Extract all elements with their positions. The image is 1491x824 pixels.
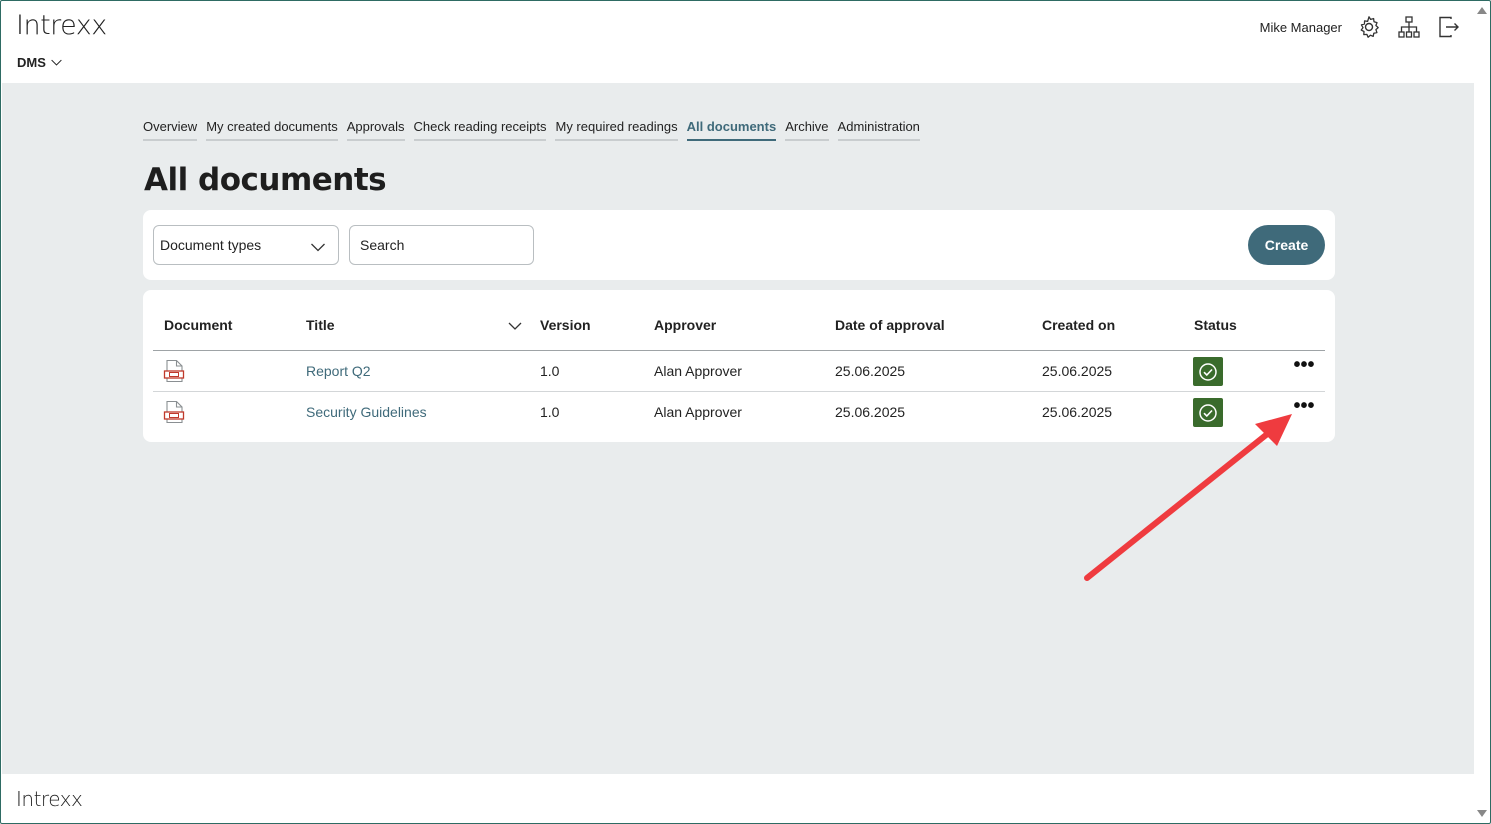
check-circle-icon [1199,403,1217,422]
tab-approvals[interactable]: Approvals [346,119,405,141]
tab-all-documents[interactable]: All documents [686,119,777,141]
scrollbar[interactable] [1474,2,1489,822]
sort-chevron-icon[interactable] [507,318,523,334]
logout-icon[interactable] [1436,14,1462,40]
scroll-up-arrow-icon[interactable] [1477,7,1487,14]
scroll-down-arrow-icon[interactable] [1477,810,1487,817]
column-header-approver: Approver [654,317,717,333]
documents-table: Document Title Version Approver Date of … [143,290,1335,442]
tab-administration[interactable]: Administration [837,119,920,141]
check-circle-icon [1199,362,1217,381]
column-header-created-on: Created on [1042,317,1116,333]
table-row[interactable]: Report Q2 1.0 Alan Approver 25.06.2025 2… [153,351,1325,392]
tab-archive[interactable]: Archive [785,119,829,141]
version-cell: 1.0 [540,404,560,420]
create-button[interactable]: Create [1248,225,1325,265]
footer: Intrexx [2,774,1476,823]
status-badge [1193,357,1223,386]
tab-my-created-documents[interactable]: My created documents [206,119,338,141]
status-badge [1193,398,1223,427]
table-row[interactable]: Security Guidelines 1.0 Alan Approver 25… [153,392,1325,433]
pdf-document-icon[interactable] [163,400,185,424]
chevron-down-icon [51,59,62,66]
main-content: Overview My created documents Approvals … [2,83,1476,774]
user-name[interactable]: Mike Manager [1260,20,1342,35]
tab-check-reading-receipts[interactable]: Check reading receipts [413,119,547,141]
footer-logo: Intrexx [16,787,83,811]
created-on-cell: 25.06.2025 [1042,404,1113,420]
document-types-select[interactable]: Document types [153,225,339,265]
column-header-status: Status [1194,317,1237,333]
gear-icon[interactable] [1356,14,1382,40]
chevron-down-icon [311,243,325,252]
more-options-button[interactable]: ••• [1291,396,1317,420]
user-area: Mike Manager [1260,14,1462,40]
created-on-cell: 25.06.2025 [1042,363,1113,379]
sitemap-icon[interactable] [1396,14,1422,40]
intrexx-logo: Intrexx [16,10,107,41]
page-title: All documents [144,162,387,198]
column-header-title[interactable]: Title [306,317,335,333]
search-input[interactable] [349,225,534,265]
more-options-button[interactable]: ••• [1291,355,1317,379]
column-header-date-of-approval: Date of approval [835,317,945,333]
dms-menu-label: DMS [17,55,46,70]
pdf-document-icon[interactable] [163,359,185,383]
approver-cell: Alan Approver [654,404,742,420]
column-header-version: Version [540,317,591,333]
dms-menu[interactable]: DMS [17,55,63,70]
document-title-link[interactable]: Report Q2 [306,363,371,379]
approver-cell: Alan Approver [654,363,742,379]
date-of-approval-cell: 25.06.2025 [835,404,906,420]
version-cell: 1.0 [540,363,560,379]
filter-toolbar: Document types Create [143,210,1335,280]
tab-overview[interactable]: Overview [143,119,198,141]
section-tabs: Overview My created documents Approvals … [143,119,920,141]
app-window: Intrexx DMS Mike Manager Overview My cre… [0,0,1491,824]
document-types-label: Document types [160,237,262,253]
document-title-link[interactable]: Security Guidelines [306,404,427,420]
date-of-approval-cell: 25.06.2025 [835,363,906,379]
top-header: Intrexx DMS Mike Manager [2,2,1476,83]
tab-my-required-readings[interactable]: My required readings [555,119,678,141]
column-header-document: Document [164,317,233,333]
